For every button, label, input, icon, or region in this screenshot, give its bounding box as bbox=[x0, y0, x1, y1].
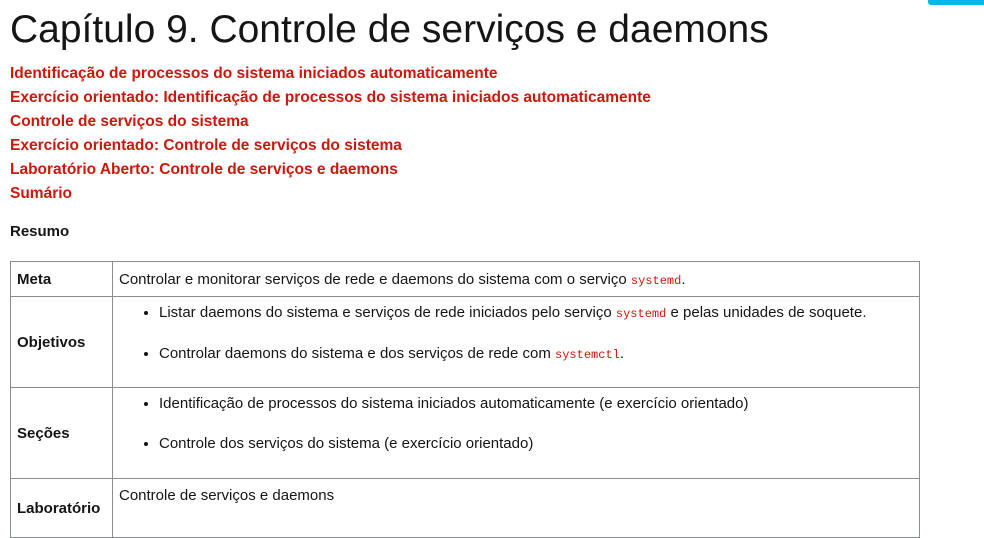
corner-tab[interactable] bbox=[928, 0, 984, 5]
list-item: Controlar daemons do sistema e dos servi… bbox=[159, 344, 913, 365]
toc-link-exercicio-identificacao[interactable]: Exercício orientado: Identificação de pr… bbox=[10, 89, 651, 106]
objective-text: Listar daemons do sistema e serviços de … bbox=[159, 304, 616, 321]
table-row-objectives: Objetivos Listar daemons do sistema e se… bbox=[10, 296, 920, 388]
code-systemctl: systemctl bbox=[555, 348, 620, 362]
code-systemd: systemd bbox=[615, 307, 667, 321]
toc-item: Controle de serviços do sistema bbox=[10, 110, 651, 134]
meta-cell: Controlar e monitorar serviços de rede e… bbox=[112, 261, 920, 297]
table-row-meta: Meta Controlar e monitorar serviços de r… bbox=[10, 261, 920, 297]
toc-item: Exercício orientado: Controle de serviço… bbox=[10, 134, 651, 158]
row-label-lab: Laboratório bbox=[10, 478, 113, 538]
toc-item: Exercício orientado: Identificação de pr… bbox=[10, 86, 651, 110]
page-title: Capítulo 9. Controle de serviços e daemo… bbox=[10, 8, 769, 51]
toc-link-controle-servicos[interactable]: Controle de serviços do sistema bbox=[10, 113, 249, 130]
list-item: Identificação de processos do sistema in… bbox=[159, 394, 913, 414]
row-label-sections: Seções bbox=[10, 387, 113, 479]
meta-text: Controlar e monitorar serviços de rede e… bbox=[119, 270, 631, 288]
sections-cell: Identificação de processos do sistema in… bbox=[112, 387, 920, 479]
meta-text-end: . bbox=[681, 270, 686, 288]
toc-item: Sumário bbox=[10, 182, 651, 206]
sections-list: Identificação de processos do sistema in… bbox=[119, 388, 913, 454]
table-row-lab: Laboratório Controle de serviços e daemo… bbox=[10, 478, 920, 538]
toc-item: Laboratório Aberto: Controle de serviços… bbox=[10, 158, 651, 182]
toc-item: Identificação de processos do sistema in… bbox=[10, 62, 651, 86]
list-item: Listar daemons do sistema e serviços de … bbox=[159, 303, 913, 324]
page: Capítulo 9. Controle de serviços e daemo… bbox=[0, 0, 984, 538]
row-label-meta: Meta bbox=[10, 261, 113, 297]
objectives-cell: Listar daemons do sistema e serviços de … bbox=[112, 296, 920, 388]
objective-text-end: e pelas unidades de soquete. bbox=[666, 304, 867, 321]
objective-text-end: . bbox=[619, 345, 625, 362]
objectives-list: Listar daemons do sistema e serviços de … bbox=[119, 297, 913, 365]
summary-table: Meta Controlar e monitorar serviços de r… bbox=[10, 261, 920, 538]
toc-link-identificacao[interactable]: Identificação de processos do sistema in… bbox=[10, 65, 498, 82]
objective-text: Controlar daemons do sistema e dos servi… bbox=[159, 345, 556, 362]
chapter-toc: Identificação de processos do sistema in… bbox=[10, 62, 651, 206]
row-label-objectives: Objetivos bbox=[10, 296, 113, 388]
toc-link-laboratorio[interactable]: Laboratório Aberto: Controle de serviços… bbox=[10, 161, 398, 178]
lab-cell: Controle de serviços e daemons bbox=[112, 478, 920, 538]
toc-link-sumario[interactable]: Sumário bbox=[10, 185, 72, 202]
summary-heading: Resumo bbox=[10, 223, 70, 240]
toc-link-exercicio-controle[interactable]: Exercício orientado: Controle de serviço… bbox=[10, 137, 402, 154]
table-row-sections: Seções Identificação de processos do sis… bbox=[10, 387, 920, 479]
code-systemd: systemd bbox=[630, 273, 682, 288]
list-item: Controle dos serviços do sistema (e exer… bbox=[159, 434, 913, 454]
